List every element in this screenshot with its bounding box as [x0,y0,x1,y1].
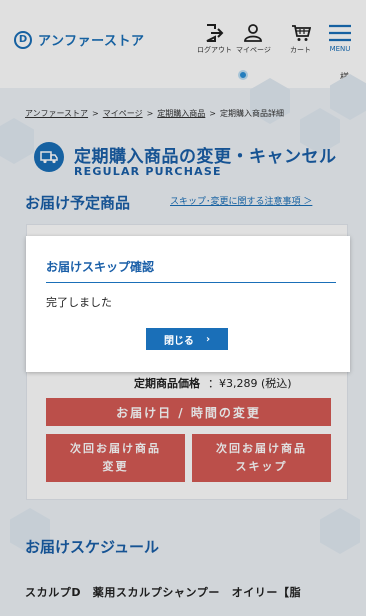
modal-close-button[interactable]: 閉じる › [146,328,228,350]
modal-divider [46,282,336,283]
close-button-label: 閉じる [163,335,194,347]
chevron-right-icon: › [205,333,211,345]
modal-title: お届けスキップ確認 [46,260,155,274]
skip-confirm-modal: お届けスキップ確認 完了しました 閉じる › [26,236,350,372]
modal-message: 完了しました [46,296,112,309]
